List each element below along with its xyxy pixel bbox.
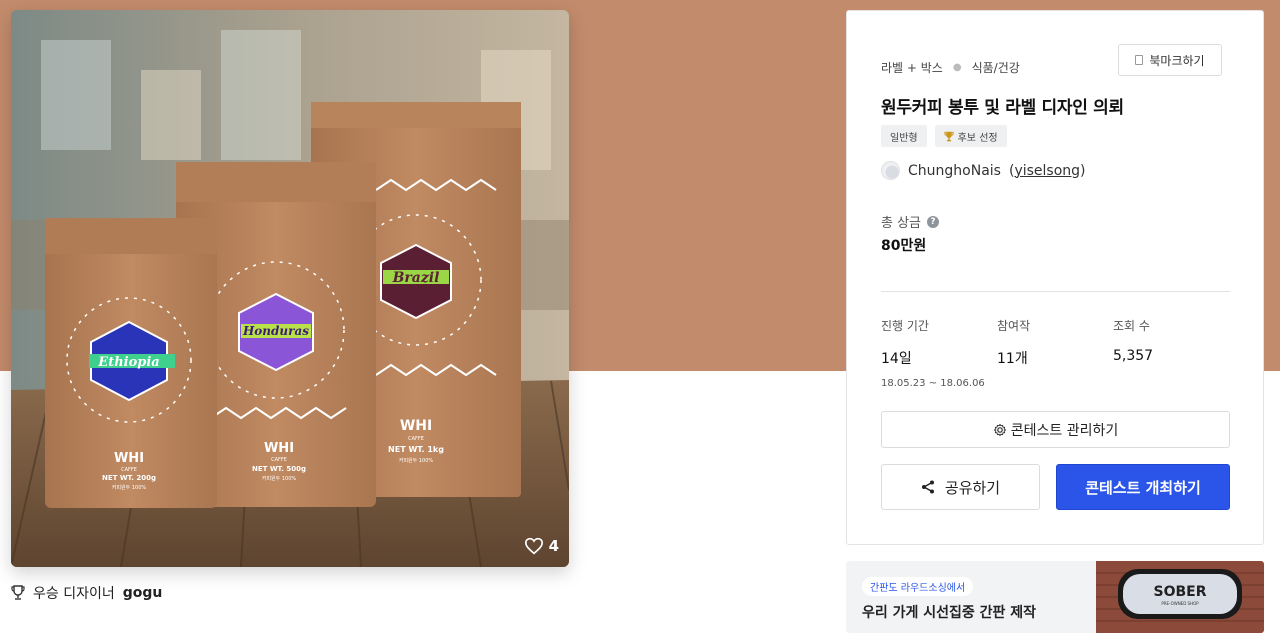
tag-type-label: 일반형 [890, 132, 918, 144]
share-label: 공유하기 [944, 478, 1001, 497]
svg-text:NET WT. 200g: NET WT. 200g [102, 474, 156, 482]
breadcrumb: 라벨 + 박스 ● 식품/건강 [881, 59, 1020, 76]
manage-contest-label: 콘테스트 관리하기 [1010, 422, 1119, 439]
stat-label: 진행 기간 [881, 319, 929, 333]
heart-icon [524, 537, 543, 555]
contest-tags: 일반형 후보 선정 [881, 125, 1007, 147]
divider [881, 291, 1230, 292]
svg-text:Honduras: Honduras [242, 324, 309, 338]
winner-name[interactable]: gogu [123, 585, 163, 601]
signboard-promo-banner[interactable]: 간판도 라우드소싱에서 우리 가게 시선집중 간판 제작 SOBER PRE-O… [846, 561, 1264, 633]
contest-info-panel: 라벨 + 박스 ● 식품/건강 북마크하기 원두커피 봉투 및 라벨 디자인 의… [846, 10, 1264, 545]
svg-text:PRE-OWNED SHOP: PRE-OWNED SHOP [1161, 601, 1199, 606]
host-contest-button[interactable]: 콘테스트 개최하기 [1056, 464, 1230, 510]
promo-title: 우리 가게 시선집중 간판 제작 [862, 605, 1037, 621]
prize-label-text: 총 상금 [881, 216, 922, 231]
prize-label: 총 상금 ? [881, 212, 940, 231]
bookmark-button[interactable]: 북마크하기 [1118, 44, 1222, 76]
stat-duration: 진행 기간 14일 18.05.23 ~ 18.06.06 [881, 317, 997, 389]
author-name: ChunghoNais [908, 162, 1001, 179]
stat-value: 11개 [997, 351, 1028, 367]
author-id-link[interactable]: yiselsong [1014, 163, 1080, 179]
breadcrumb-separator: ● [952, 62, 962, 73]
svg-text:Brazil: Brazil [392, 270, 440, 286]
winner-prefix: 우승 디자이너 [33, 586, 115, 602]
stat-value: 14일 [881, 351, 912, 367]
stat-date-range: 18.05.23 ~ 18.06.06 [881, 378, 985, 389]
share-button[interactable]: 공유하기 [881, 464, 1040, 510]
contest-title: 원두커피 봉투 및 라벨 디자인 의뢰 [881, 98, 1124, 118]
tag-status: 후보 선정 [934, 125, 1007, 147]
svg-text:WHI: WHI [264, 441, 294, 456]
gear-icon [993, 423, 1006, 436]
manage-contest-button[interactable]: 콘테스트 관리하기 [881, 411, 1230, 448]
svg-text:CAFFE: CAFFE [121, 467, 137, 473]
like-count: 4 [548, 537, 559, 555]
stat-views: 조회 수 5,357 [1113, 317, 1229, 389]
svg-text:CAFFE: CAFFE [271, 457, 287, 463]
coffee-bags-photo: Brazil WHI CAFFE NET WT. 1kg 커피원두 100% H… [11, 10, 569, 567]
svg-text:NET WT. 1kg: NET WT. 1kg [388, 445, 444, 454]
trophy-icon [944, 131, 954, 141]
bookmark-label: 북마크하기 [1149, 53, 1205, 68]
stat-value: 5,357 [1113, 348, 1154, 364]
like-button[interactable]: 4 [524, 537, 559, 555]
host-contest-label: 콘테스트 개최하기 [1085, 478, 1201, 497]
help-icon[interactable]: ? [927, 215, 940, 228]
winner-designer: 우승 디자이너 gogu [11, 583, 162, 603]
stat-entries: 참여작 11개 [997, 317, 1113, 389]
trophy-icon [11, 585, 25, 600]
svg-text:커피원두 100%: 커피원두 100% [399, 457, 434, 464]
svg-text:커피원두 100%: 커피원두 100% [262, 475, 297, 482]
bookmark-icon [1135, 55, 1144, 65]
svg-text:SOBER: SOBER [1154, 584, 1207, 600]
promo-chip: 간판도 라우드소싱에서 [862, 577, 974, 596]
contest-stats: 진행 기간 14일 18.05.23 ~ 18.06.06 참여작 11개 조회… [881, 317, 1230, 389]
avatar [881, 161, 900, 180]
tag-type: 일반형 [881, 125, 927, 147]
svg-text:Ethiopia: Ethiopia [97, 355, 159, 370]
share-icon [921, 480, 934, 494]
contest-author[interactable]: ChunghoNais (yiselsong) [881, 161, 1086, 180]
svg-text:커피원두 100%: 커피원두 100% [112, 484, 147, 491]
svg-text:NET WT. 500g: NET WT. 500g [252, 465, 306, 473]
stat-label: 조회 수 [1113, 319, 1150, 333]
breadcrumb-subcategory[interactable]: 식품/건강 [972, 59, 1020, 76]
svg-text:CAFFE: CAFFE [408, 436, 424, 442]
signboard-photo: SOBER PRE-OWNED SHOP [1096, 561, 1264, 633]
stat-label: 참여작 [997, 319, 1031, 333]
breadcrumb-category[interactable]: 라벨 + 박스 [881, 59, 943, 76]
tag-status-label: 후보 선정 [957, 132, 998, 144]
svg-text:WHI: WHI [114, 451, 144, 466]
svg-text:WHI: WHI [400, 418, 432, 434]
contest-hero-image[interactable]: Brazil WHI CAFFE NET WT. 1kg 커피원두 100% H… [11, 10, 569, 567]
prize-value: 80만원 [881, 238, 927, 254]
